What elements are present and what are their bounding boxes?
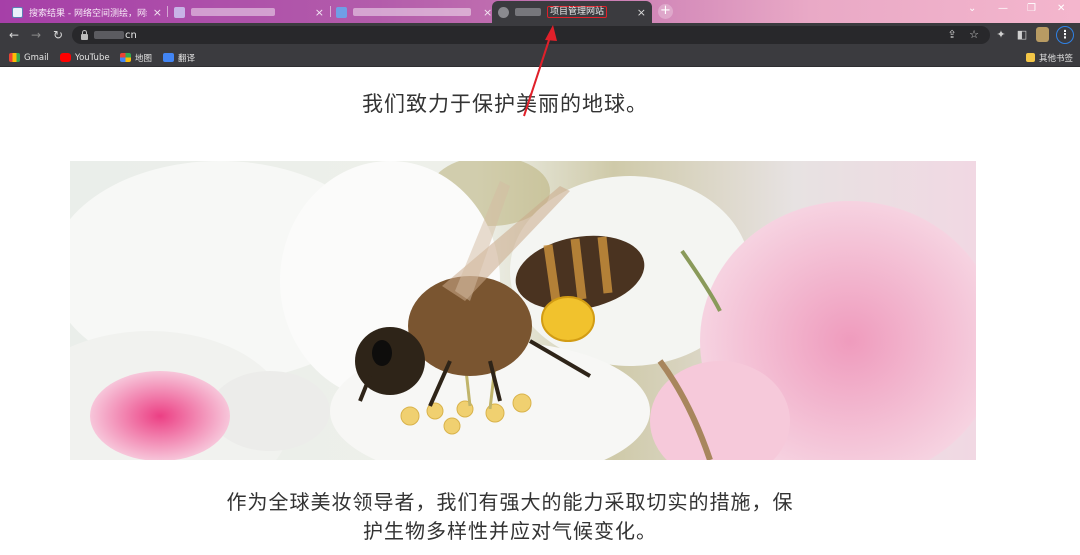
tab-blurred-3[interactable]: × — [330, 1, 492, 23]
globe-icon — [498, 6, 509, 18]
back-button[interactable]: ← — [6, 27, 22, 43]
url-text: cn — [125, 29, 137, 41]
close-icon[interactable]: × — [483, 7, 492, 18]
bookmark-translate[interactable]: 翻译 — [163, 51, 195, 64]
profile-avatar[interactable] — [1036, 27, 1049, 42]
extensions-icon[interactable]: ✦ — [993, 27, 1009, 43]
bookmark-label: Gmail — [24, 52, 49, 63]
bookmark-gmail[interactable]: Gmail — [9, 51, 49, 64]
bookmark-label: 翻译 — [178, 53, 196, 64]
page-content: 我们致力于保护美丽的地球。 作为全球美妆领导者，我们有强大的能力采取切实的措施，… — [0, 68, 1080, 555]
bookmark-star-icon[interactable]: ☆ — [966, 27, 982, 43]
hero-image — [70, 161, 976, 460]
page-favicon-icon — [174, 6, 185, 18]
bookmark-label: YouTube — [75, 52, 110, 63]
tab-strip: 搜索结果 - 网络空间测绘，网络空 × × × 项目管理网站 × + ⌄ — ❐… — [0, 0, 1080, 23]
tab-blurred-2[interactable]: × — [168, 1, 330, 23]
tab-search-icon[interactable]: ⌄ — [968, 3, 976, 14]
restore-button[interactable]: ❐ — [1027, 3, 1036, 14]
bookmarks-bar: Gmail YouTube 地图 翻译 其他书签 — [0, 47, 1080, 67]
gmail-icon — [9, 53, 20, 62]
close-icon[interactable]: × — [153, 7, 162, 18]
page-headline: 我们致力于保护美丽的地球。 — [362, 92, 648, 116]
other-bookmarks[interactable]: 其他书签 — [1026, 51, 1073, 64]
bee-on-flower-photo — [70, 161, 976, 460]
window-close-button[interactable]: ✕ — [1057, 3, 1065, 14]
tab-search-results[interactable]: 搜索结果 - 网络空间测绘，网络空 × — [6, 1, 168, 23]
redacted-title — [353, 8, 471, 16]
minimize-button[interactable]: — — [998, 3, 1008, 14]
page-favicon-icon — [12, 6, 23, 18]
side-panel-icon[interactable]: ◧ — [1014, 27, 1030, 43]
bookmark-label: 地图 — [135, 53, 153, 64]
page-body-text: 作为全球美妆领导者，我们有强大的能力采取切实的措施，保 护生物多样性并应对气候变… — [160, 488, 860, 546]
bookmark-label: 其他书签 — [1039, 53, 1074, 64]
maps-icon — [120, 53, 131, 62]
body-line: 护生物多样性并应对气候变化。 — [363, 519, 657, 543]
close-icon[interactable]: × — [315, 7, 324, 18]
translate-icon — [163, 53, 174, 62]
redacted-title — [191, 8, 275, 16]
tab-active-project-site[interactable]: 项目管理网站 × — [492, 1, 652, 23]
redacted-domain — [94, 31, 124, 39]
reload-button[interactable]: ↻ — [50, 27, 66, 43]
browser-menu-button[interactable]: ⋮ — [1056, 26, 1074, 44]
close-icon[interactable]: × — [637, 7, 646, 18]
youtube-icon — [60, 53, 71, 62]
bookmark-youtube[interactable]: YouTube — [60, 51, 110, 64]
address-bar[interactable]: cn — [72, 26, 990, 44]
page-favicon-icon — [336, 6, 347, 18]
new-tab-button[interactable]: + — [658, 4, 673, 19]
folder-icon — [1026, 53, 1035, 62]
browser-toolbar: ← → ↻ cn ⇪ ☆ ✦ ◧ ⋮ — [0, 23, 1080, 47]
tab-title-highlight: 项目管理网站 — [547, 5, 608, 18]
forward-button[interactable]: → — [28, 27, 44, 43]
bookmark-maps[interactable]: 地图 — [120, 51, 152, 64]
tab-title: 搜索结果 - 网络空间测绘，网络空 — [29, 8, 147, 19]
body-line: 作为全球美妆领导者，我们有强大的能力采取切实的措施，保 — [226, 490, 794, 514]
lock-icon[interactable] — [81, 29, 88, 40]
tab-title-wrap: 项目管理网站 — [547, 5, 631, 20]
share-icon[interactable]: ⇪ — [944, 27, 960, 43]
redacted-title — [515, 8, 541, 16]
